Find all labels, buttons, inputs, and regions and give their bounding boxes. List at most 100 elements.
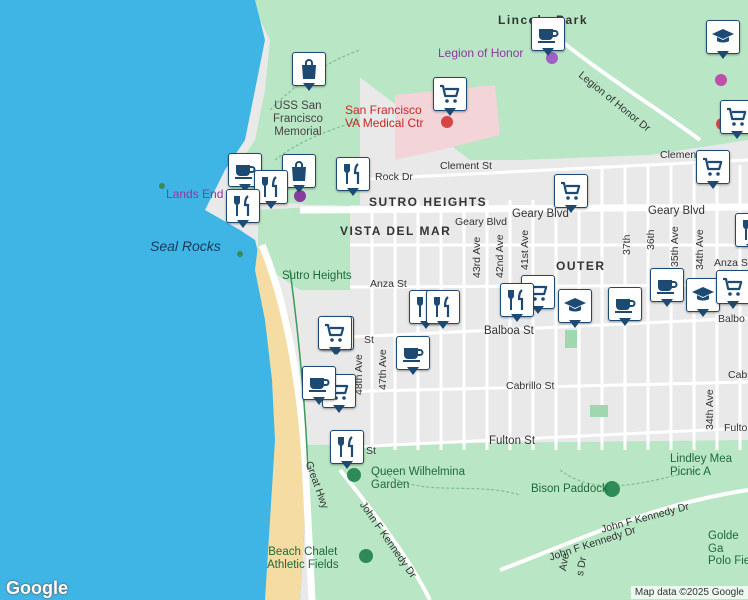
balboa-west-label: St <box>364 334 374 346</box>
fork-knife-icon <box>735 213 748 247</box>
school-marker[interactable] <box>706 20 740 60</box>
marker-pointer <box>237 220 249 228</box>
uss-memorial-label: USS San Francisco Memorial <box>273 100 323 139</box>
geary-label-1: Geary Blvd <box>455 216 507 228</box>
fulton-west-label-2: St <box>366 445 376 457</box>
marker-pointer <box>511 314 523 322</box>
playing-field-2 <box>590 405 608 417</box>
ave-36-label: 36th <box>645 229 657 250</box>
restaurant-marker[interactable] <box>735 213 748 253</box>
graduation-cap-icon <box>558 289 592 323</box>
cabrillo-label: Cabrillo St <box>506 380 555 392</box>
cafe-marker[interactable] <box>531 17 565 57</box>
map-view[interactable]: Lincoln Park Legion of Honor Legion of H… <box>0 0 748 600</box>
graduation-cap-icon <box>686 278 720 312</box>
cafe-marker[interactable] <box>608 287 642 327</box>
lindley-meadow-label: Lindley Mea Picnic A <box>670 453 733 479</box>
coffee-icon <box>650 268 684 302</box>
ave-42-label: 42nd Ave <box>494 234 506 278</box>
map-attribution[interactable]: Map data ©2025 Google <box>630 586 748 599</box>
anza-west-label: Anza St <box>370 278 407 290</box>
coffee-icon <box>396 336 430 370</box>
graduation-cap-icon <box>706 20 740 54</box>
sutro-heights-park-label: Sutro Heights <box>282 270 352 282</box>
cart-icon <box>318 316 352 350</box>
coffee-icon <box>608 287 642 321</box>
grocery-marker[interactable] <box>433 77 467 117</box>
bag-icon <box>292 52 326 86</box>
marker-pointer <box>437 321 449 329</box>
marker-pointer <box>707 181 719 189</box>
ave-41-label: 41st Ave <box>519 229 531 270</box>
camera-dot <box>715 74 727 86</box>
restaurant-marker[interactable] <box>330 430 364 470</box>
google-logo[interactable]: Google <box>6 578 68 599</box>
marker-pointer <box>661 299 673 307</box>
cafe-marker[interactable] <box>650 268 684 308</box>
marker-pointer <box>303 83 315 91</box>
marker-pointer <box>542 48 554 56</box>
fork-knife-icon <box>426 290 460 324</box>
anza-east-label: Anza St <box>714 257 748 269</box>
golden-gate-polo-label: Golde Ga Polo Fie <box>708 530 748 568</box>
marker-pointer <box>697 309 709 317</box>
ave-47-label: 47th Ave <box>377 349 389 390</box>
fork-knife-icon <box>226 189 260 223</box>
marker-pointer <box>407 367 419 375</box>
lands-end-label: Lands End <box>166 187 224 201</box>
cafe-marker[interactable] <box>396 336 430 376</box>
seal-rocks-label: Seal Rocks <box>150 238 221 254</box>
beach-chalet-dot <box>359 549 373 563</box>
bison-paddock-label: Bison Paddock <box>531 483 608 495</box>
ave-34-label-2: 34th Ave <box>704 389 716 430</box>
shopping-marker[interactable] <box>292 52 326 92</box>
marker-pointer <box>565 205 577 213</box>
grocery-marker[interactable] <box>716 270 748 310</box>
ave-34-label-1: 34th Ave <box>694 229 706 270</box>
balboa-label: Balboa St <box>484 325 534 337</box>
marker-pointer <box>347 188 359 196</box>
rock-dr-label: Rock Dr <box>375 171 413 183</box>
queen-wilhelmina-label: Queen Wilhelmina Garden <box>371 466 465 492</box>
cart-icon <box>696 150 730 184</box>
ave-35-label: 35th Ave <box>669 226 681 267</box>
outer-label: OUTER <box>556 259 606 273</box>
school-marker[interactable] <box>686 278 720 318</box>
marker-pointer <box>265 201 277 209</box>
ave-37-label: 37th <box>621 234 633 255</box>
cart-icon <box>720 100 748 134</box>
cart-icon <box>716 270 748 304</box>
restaurant-marker[interactable] <box>336 157 370 197</box>
grocery-marker[interactable] <box>318 316 352 356</box>
legion-label: Legion of Honor <box>438 46 524 60</box>
cabrillo-east-label: Cabr <box>728 369 748 381</box>
fulton-label: Fulton St <box>489 435 536 447</box>
playing-field <box>565 330 577 348</box>
cart-icon <box>554 174 588 208</box>
seal-rock-1 <box>159 183 165 189</box>
va-dot <box>441 116 453 128</box>
coffee-icon <box>531 17 565 51</box>
marker-pointer <box>333 405 345 413</box>
school-marker[interactable] <box>558 289 592 329</box>
marker-pointer <box>444 108 456 116</box>
geary-label-3: Geary Blvd <box>648 205 705 217</box>
grocery-marker[interactable] <box>554 174 588 214</box>
cafe-marker[interactable] <box>302 366 336 406</box>
restaurant-marker[interactable] <box>426 290 460 330</box>
restaurant-marker[interactable] <box>226 189 260 229</box>
grocery-marker[interactable] <box>696 150 730 190</box>
fork-knife-icon <box>336 157 370 191</box>
cart-icon <box>433 77 467 111</box>
grocery-marker[interactable] <box>720 100 748 140</box>
fulton-east-label: Fulto <box>724 422 748 434</box>
queen-dot <box>347 468 361 482</box>
marker-pointer <box>293 185 305 193</box>
marker-pointer <box>313 397 325 405</box>
ave-43-label: 43rd Ave <box>471 236 483 278</box>
marker-pointer <box>341 461 353 469</box>
marker-pointer <box>717 51 729 59</box>
restaurant-marker[interactable] <box>500 283 534 323</box>
coffee-icon <box>302 366 336 400</box>
marker-pointer <box>731 131 743 139</box>
